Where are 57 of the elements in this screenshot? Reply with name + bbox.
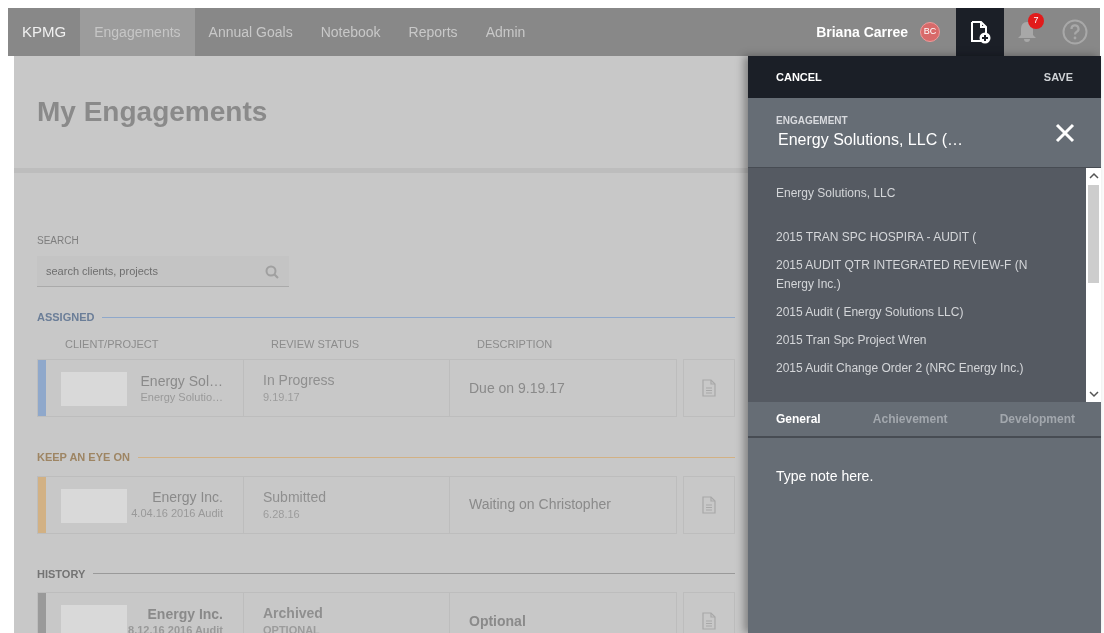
section-title: KEEP AN EYE ON <box>37 450 130 465</box>
page-title: My Engagements <box>37 95 268 129</box>
note-field[interactable]: Type note here. <box>748 438 1101 633</box>
dropdown-option[interactable]: 2015 AUDIT QTR INTEGRATED REVIEW-F (N Energy Inc.) <box>776 256 1056 294</box>
client-name: Energy Sol… <box>140 371 223 390</box>
save-button[interactable]: SAVE <box>1043 68 1073 86</box>
dropdown-option[interactable]: Energy Solutions, LLC <box>776 184 1056 203</box>
user-name[interactable]: Briana Carree <box>816 21 908 43</box>
document-icon <box>702 612 716 630</box>
nav-tab[interactable]: Notebook <box>306 8 395 56</box>
notifications-button[interactable]: 7 <box>1004 8 1050 56</box>
new-note-button[interactable] <box>956 8 1004 56</box>
notification-badge: 7 <box>1028 13 1044 29</box>
search-field[interactable]: search clients, projects <box>37 256 289 287</box>
description-text: Waiting on Christopher <box>469 495 611 514</box>
help-icon <box>1062 19 1088 45</box>
field-value: Energy Solutions, LLC (… <box>777 130 963 150</box>
document-button[interactable] <box>683 475 735 534</box>
section-title: ASSIGNED <box>37 310 95 325</box>
close-icon[interactable] <box>1055 122 1075 143</box>
review-status: In Progress <box>263 371 335 389</box>
document-button[interactable] <box>683 359 735 417</box>
search-icon[interactable] <box>265 265 279 279</box>
scrollbar[interactable] <box>1086 168 1101 402</box>
column-header: DESCRIPTION <box>477 337 553 350</box>
brand-logo[interactable]: KPMG <box>22 20 67 44</box>
dropdown-option[interactable]: 2015 Audit Change Order 2 (NRC Energy Inc.) <box>776 359 1056 378</box>
file-plus-icon <box>969 20 991 44</box>
cancel-button[interactable]: CANCEL <box>776 68 822 86</box>
panel-tab[interactable]: General <box>776 410 821 428</box>
panel-tab[interactable]: Achievement <box>872 410 948 428</box>
engagement-field[interactable]: ENGAGEMENT Energy Solutions, LLC (… <box>748 98 1101 168</box>
client-name: Energy Inc. <box>152 488 223 506</box>
column-header: REVIEW STATUS <box>271 337 360 350</box>
description-text: Optional <box>469 611 526 631</box>
nav-tab[interactable]: Annual Goals <box>194 8 307 56</box>
review-status: Submitted <box>263 487 327 506</box>
search-label: SEARCH <box>37 234 79 248</box>
dropdown-option[interactable]: 2015 Tran Spc Project Wren <box>776 331 1056 350</box>
nav-tab[interactable]: Admin <box>471 8 540 56</box>
document-button[interactable] <box>683 592 735 633</box>
document-icon <box>702 495 716 514</box>
section-title: HISTORY <box>37 566 86 582</box>
document-icon <box>702 379 716 397</box>
description-text: Due on 9.19.17 <box>469 378 565 398</box>
nav-tab[interactable]: Reports <box>394 8 472 56</box>
bell-icon <box>1017 21 1037 43</box>
column-header: CLIENT/PROJECT <box>65 337 159 350</box>
dropdown-option[interactable]: 2015 Audit ( Energy Solutions LLC) <box>776 303 1056 322</box>
chevron-up-icon[interactable] <box>1088 172 1099 179</box>
client-name: Energy Inc. <box>147 604 223 623</box>
user-avatar[interactable]: BC <box>920 22 940 42</box>
chevron-down-icon[interactable] <box>1088 391 1099 398</box>
review-status: Archived <box>263 604 323 622</box>
field-label: ENGAGEMENT <box>776 114 849 128</box>
dropdown-option[interactable]: 2015 TRAN SPC HOSPIRA - AUDIT ( <box>776 228 1056 247</box>
panel-tab[interactable]: Development <box>999 410 1075 428</box>
